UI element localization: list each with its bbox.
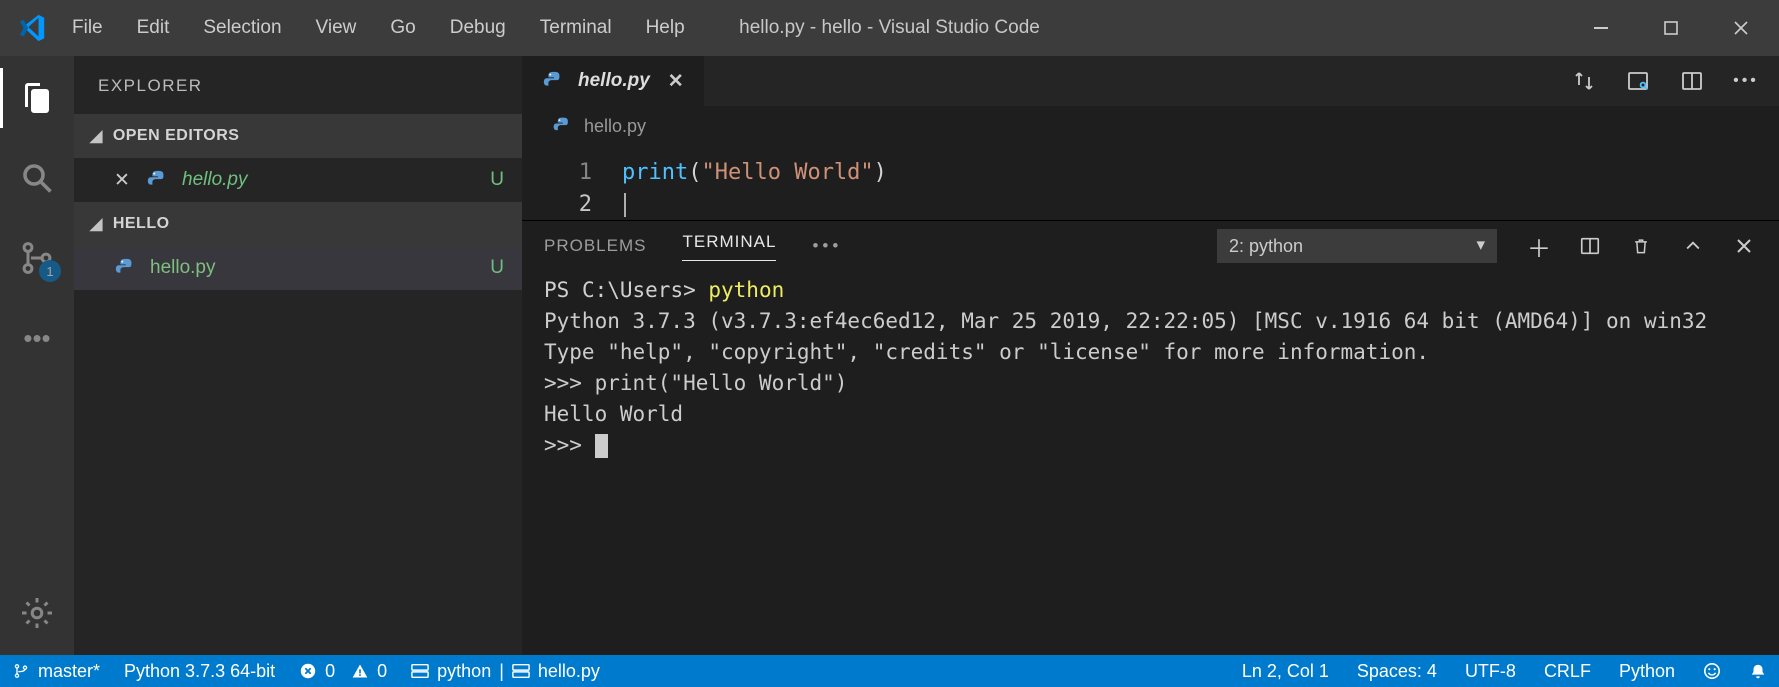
terminal-body[interactable]: PS C:\Users> python Python 3.7.3 (v3.7.3…: [522, 271, 1779, 471]
git-status-u: U: [490, 257, 504, 279]
sidebar-title: EXPLORER: [74, 56, 522, 114]
status-feedback[interactable]: [1703, 662, 1721, 680]
cursor: [624, 193, 626, 217]
status-problems[interactable]: 0 0: [299, 661, 387, 682]
chevron-down-icon: ◢: [90, 126, 103, 146]
minimize-button[interactable]: [1589, 16, 1613, 40]
terminal-cursor: [595, 434, 608, 458]
python-file-icon: [146, 169, 168, 191]
maximize-button[interactable]: [1659, 16, 1683, 40]
editor-tab[interactable]: hello.py ✕: [522, 56, 704, 106]
status-encoding[interactable]: UTF-8: [1465, 661, 1516, 682]
menu-file[interactable]: File: [72, 17, 103, 39]
chevron-down-icon: ◢: [90, 214, 103, 234]
window-controls: [1589, 16, 1767, 40]
breadcrumb-text: hello.py: [584, 116, 646, 137]
folder-label: HELLO: [113, 215, 170, 233]
status-spaces[interactable]: Spaces: 4: [1357, 661, 1437, 682]
menu-terminal[interactable]: Terminal: [540, 17, 612, 39]
tab-name: hello.py: [578, 70, 650, 92]
panel-tabs: PROBLEMS TERMINAL ••• ＋: [522, 221, 1779, 271]
activity-bar: 1 •••: [0, 56, 74, 655]
menu-edit[interactable]: Edit: [137, 17, 170, 39]
title-bar: File Edit Selection View Go Debug Termin…: [0, 0, 1779, 56]
window-title: hello.py - hello - Visual Studio Code: [739, 17, 1040, 39]
maximize-panel-icon[interactable]: [1683, 236, 1705, 256]
code-line-2: [622, 192, 626, 217]
split-terminal-icon[interactable]: [1579, 235, 1601, 257]
menu-bar: File Edit Selection View Go Debug Termin…: [66, 17, 685, 39]
close-panel-icon[interactable]: [1735, 237, 1757, 255]
kill-terminal-icon[interactable]: [1631, 235, 1653, 257]
line-number: 2: [522, 192, 622, 217]
code-line-1: print("Hello World"): [622, 160, 887, 185]
file-name: hello.py: [150, 257, 216, 279]
app-logo: [12, 8, 52, 48]
open-editor-name: hello.py: [182, 169, 248, 191]
error-icon: [299, 662, 317, 680]
split-editor-icon[interactable]: [1679, 68, 1705, 94]
new-terminal-icon[interactable]: ＋: [1527, 229, 1549, 264]
panel: PROBLEMS TERMINAL ••• ＋ PS C:\Users> pyt…: [522, 220, 1779, 520]
menu-view[interactable]: View: [316, 17, 357, 39]
editor-actions: •••: [1571, 56, 1779, 106]
menu-help[interactable]: Help: [646, 17, 685, 39]
activity-settings[interactable]: [15, 591, 59, 635]
python-file-icon: [542, 70, 564, 92]
sidebar-explorer: EXPLORER ◢ OPEN EDITORS ✕ hello.py U ◢ H…: [74, 56, 522, 655]
menu-debug[interactable]: Debug: [450, 17, 506, 39]
activity-source-control[interactable]: 1: [15, 236, 59, 280]
open-editors-label: OPEN EDITORS: [113, 127, 240, 145]
folder-section[interactable]: ◢ HELLO: [74, 202, 522, 246]
status-eol[interactable]: CRLF: [1544, 661, 1591, 682]
line-number: 1: [522, 160, 622, 185]
status-bar: master* Python 3.7.3 64-bit 0 0 python |…: [0, 655, 1779, 687]
file-item[interactable]: hello.py U: [74, 246, 522, 290]
more-actions-icon[interactable]: •••: [1733, 68, 1759, 94]
status-language-server[interactable]: python | hello.py: [411, 661, 600, 682]
code-editor[interactable]: 1 print("Hello World") 2: [522, 146, 1779, 220]
terminal-selector[interactable]: [1217, 229, 1497, 263]
close-editor-icon[interactable]: ✕: [114, 169, 132, 192]
close-tab-icon[interactable]: ✕: [668, 70, 684, 93]
server-icon: [512, 662, 530, 680]
scm-badge: 1: [39, 260, 61, 282]
python-file-icon: [114, 257, 136, 279]
close-button[interactable]: [1729, 16, 1753, 40]
branch-icon: [12, 662, 30, 680]
status-branch[interactable]: master*: [12, 661, 100, 682]
open-editor-item[interactable]: ✕ hello.py U: [74, 158, 522, 202]
activity-more[interactable]: •••: [15, 316, 59, 360]
tabs-row: hello.py ✕ •••: [522, 56, 1779, 106]
server-icon: [411, 662, 429, 680]
bell-icon: [1749, 662, 1767, 680]
smiley-icon: [1703, 662, 1721, 680]
editor-group: hello.py ✕ ••• hello.py 1 print("Hello W…: [522, 56, 1779, 655]
terminal-selector-input[interactable]: [1217, 229, 1497, 263]
compare-changes-icon[interactable]: [1571, 68, 1597, 94]
activity-explorer[interactable]: [15, 76, 59, 120]
menu-selection[interactable]: Selection: [203, 17, 281, 39]
warning-icon: [351, 662, 369, 680]
status-ln-col[interactable]: Ln 2, Col 1: [1242, 661, 1329, 682]
activity-search[interactable]: [15, 156, 59, 200]
panel-tab-terminal[interactable]: TERMINAL: [682, 232, 776, 261]
panel-tab-overflow[interactable]: •••: [812, 236, 842, 256]
breadcrumb[interactable]: hello.py: [522, 106, 1779, 146]
status-language[interactable]: Python: [1619, 661, 1675, 682]
python-file-icon: [552, 116, 572, 136]
status-python-env[interactable]: Python 3.7.3 64-bit: [124, 661, 275, 682]
git-status-u: U: [490, 169, 504, 191]
open-editors-section[interactable]: ◢ OPEN EDITORS: [74, 114, 522, 158]
open-preview-icon[interactable]: [1625, 68, 1651, 94]
panel-tab-problems[interactable]: PROBLEMS: [544, 236, 646, 256]
status-notifications[interactable]: [1749, 662, 1767, 680]
menu-go[interactable]: Go: [390, 17, 415, 39]
